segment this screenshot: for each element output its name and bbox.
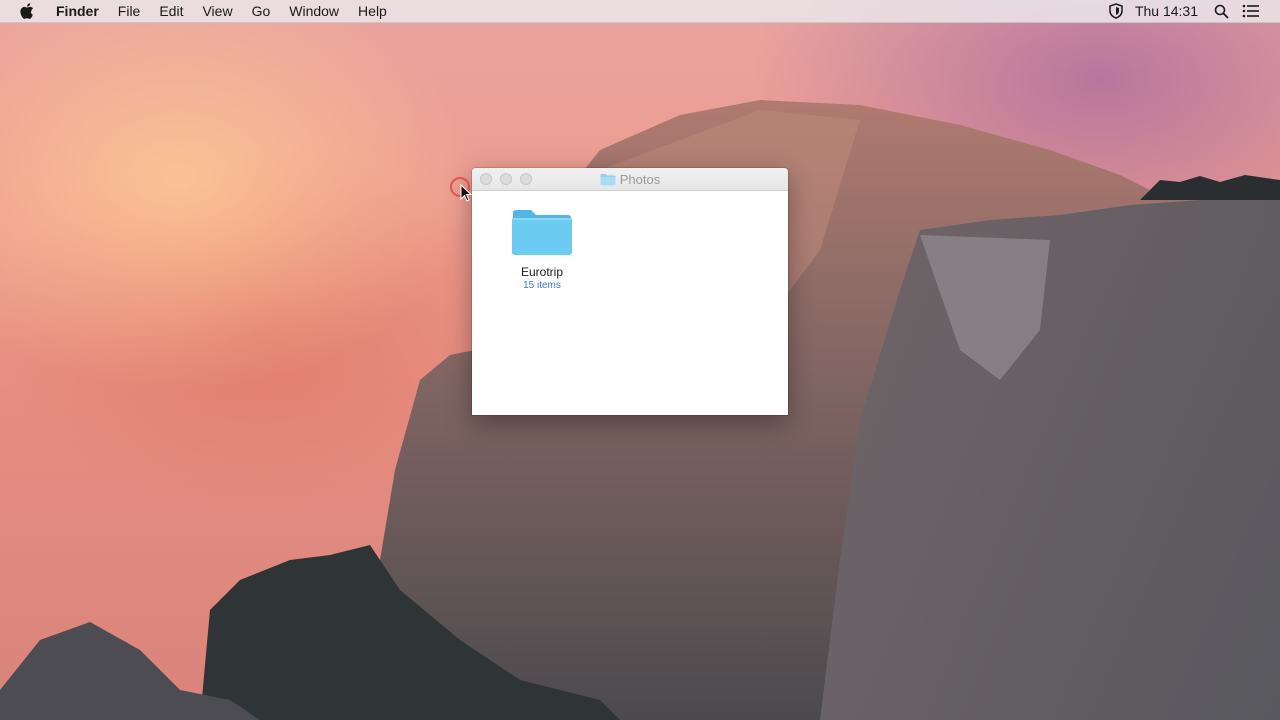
- shield-icon[interactable]: [1107, 0, 1125, 22]
- window-title-text: Photos: [619, 171, 661, 187]
- search-icon[interactable]: [1212, 0, 1230, 22]
- menu-bar: Finder File Edit View Go Window Help Thu…: [0, 0, 1280, 23]
- apple-icon[interactable]: [18, 0, 36, 22]
- menu-view[interactable]: View: [202, 0, 232, 22]
- menu-edit[interactable]: Edit: [159, 0, 183, 22]
- mouse-cursor-icon: [450, 177, 474, 208]
- window-controls: [480, 173, 540, 185]
- folder-name: Eurotrip: [520, 265, 564, 279]
- menu-help[interactable]: Help: [358, 0, 387, 22]
- window-titlebar[interactable]: Photos: [472, 168, 788, 191]
- menu-window[interactable]: Window: [289, 0, 339, 22]
- list-icon[interactable]: [1242, 0, 1260, 22]
- window-title: Photos: [600, 172, 660, 187]
- close-button[interactable]: [480, 173, 492, 185]
- menu-file[interactable]: File: [118, 0, 141, 22]
- menu-clock[interactable]: Thu 14:31: [1135, 0, 1198, 22]
- zoom-button[interactable]: [520, 173, 532, 185]
- folder-item-count: 15 items: [523, 280, 561, 291]
- desktop: Finder File Edit View Go Window Help Thu…: [0, 0, 1280, 720]
- finder-window: Photos Eurotrip 15 items: [472, 168, 788, 415]
- folder-icon: [600, 173, 616, 186]
- folder-item-eurotrip[interactable]: Eurotrip 15 items: [502, 207, 582, 291]
- menu-go[interactable]: Go: [252, 0, 271, 22]
- folder-icon: [512, 210, 572, 255]
- menu-app-name[interactable]: Finder: [56, 0, 99, 22]
- minimize-button[interactable]: [500, 173, 512, 185]
- window-content: Eurotrip 15 items: [472, 191, 788, 415]
